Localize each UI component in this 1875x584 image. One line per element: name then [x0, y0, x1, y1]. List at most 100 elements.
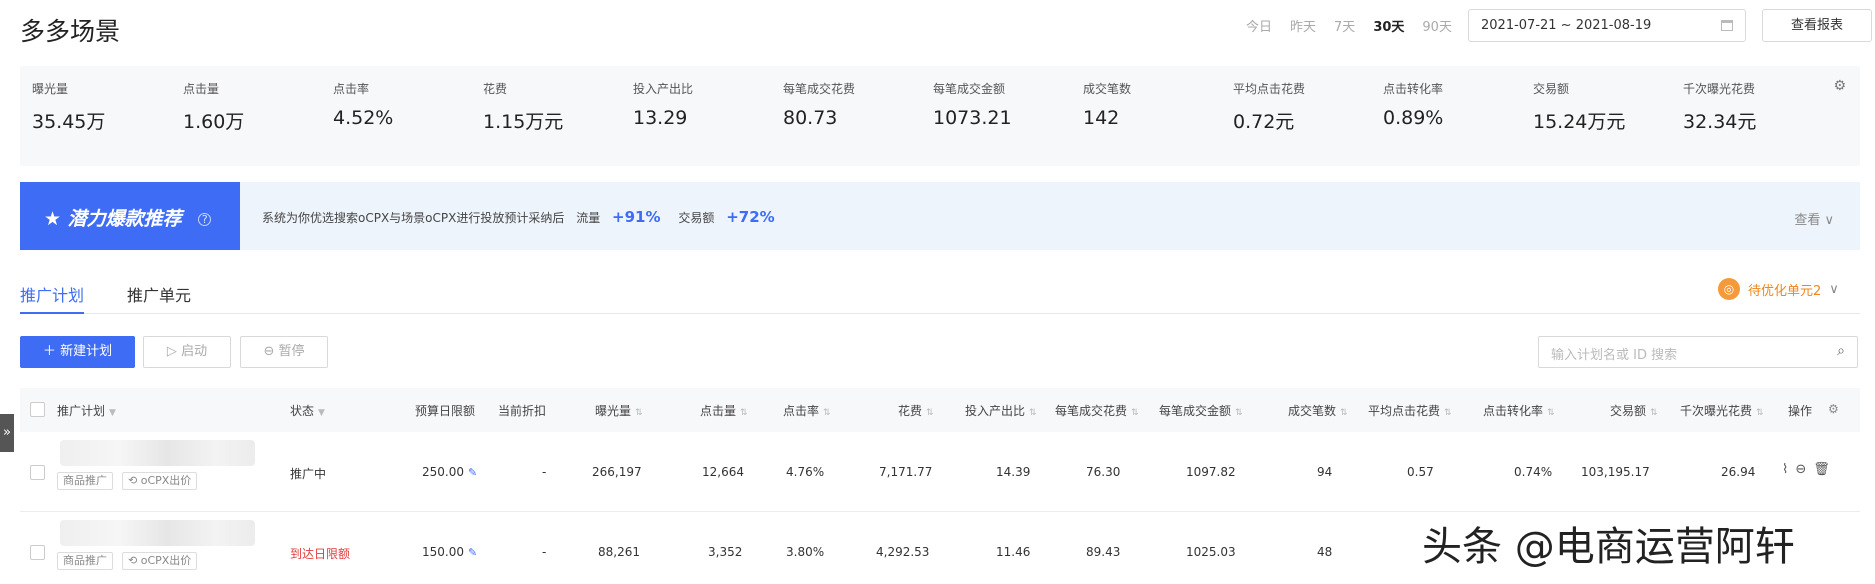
col-ctr[interactable]: 点击率 ⇅ [783, 402, 831, 419]
row-roi: 14.39 [996, 465, 1031, 479]
sort-icon: ⇅ [1340, 408, 1348, 418]
edit-icon[interactable]: ✎ [468, 466, 477, 479]
tab-today[interactable]: 今日 [1246, 16, 1272, 35]
row-status: 到达日限额 [290, 547, 351, 561]
row-orders: 94 [1317, 465, 1333, 479]
sort-icon: ⇅ [1547, 408, 1555, 418]
table-row: 商品推广 ⟲ oCPX出价 推广中 250.00 ✎ - 266,197 12,6… [20, 432, 1860, 512]
col-roi[interactable]: 投入产出比 ⇅ [965, 402, 1037, 419]
plan-tabs: 推广计划 推广单元 [20, 282, 1860, 314]
target-icon: ◎ [1718, 278, 1740, 300]
col-clicks[interactable]: 点击量 ⇅ [700, 402, 748, 419]
sort-icon: ⇅ [1235, 408, 1243, 418]
banner-badge: ★ 潜力爆款推荐 ? [20, 182, 240, 250]
plan-name-blurred[interactable] [60, 520, 255, 546]
row-actions: ⌇⊖🗑 [1782, 462, 1837, 477]
row-checkbox[interactable] [30, 465, 45, 480]
filter-icon: ▼ [318, 408, 325, 418]
tab-yesterday[interactable]: 昨天 [1290, 16, 1316, 35]
banner-view-link[interactable]: 查看 ∨ [1794, 209, 1834, 228]
tab-90days[interactable]: 90天 [1422, 16, 1452, 35]
row-orders: 48 [1317, 545, 1333, 559]
table-header: 推广计划 ▼ 状态 ▼ 预算日限额 当前折扣 曝光量 ⇅ 点击量 ⇅ 点击率 ⇅ 花费 ⇅ … [20, 388, 1860, 432]
date-range-tabs: 今日 昨天 7天 30天 90天 [1246, 16, 1452, 35]
sort-icon: ⇅ [1444, 408, 1452, 418]
view-report-button[interactable]: 查看报表 [1762, 9, 1872, 42]
select-all-checkbox[interactable] [30, 402, 45, 417]
metric-cost-per-order: 每笔成交花费 80.73 [783, 82, 856, 129]
row-gmv: 103,195.17 [1581, 465, 1650, 479]
potential-hit-banner: ★ 潜力爆款推荐 ? 系统为你优选搜索oCPX与场景oCPX进行投放预计采纳后 … [20, 182, 1860, 250]
chart-icon[interactable]: ⌇ [1782, 462, 1795, 477]
date-range-picker[interactable]: 2021-07-21 ~ 2021-08-19 [1468, 9, 1746, 42]
tab-30days[interactable]: 30天 [1373, 16, 1404, 35]
row-avg-cpc: 0.57 [1407, 465, 1434, 479]
row-ctr: 4.76% [786, 465, 825, 479]
row-amount-per-order: 1097.82 [1186, 465, 1236, 479]
col-impressions[interactable]: 曝光量 ⇅ [595, 402, 643, 419]
row-cost-per-order: 76.30 [1086, 465, 1121, 479]
gear-icon[interactable]: ⚙ [1833, 78, 1846, 94]
col-cpm[interactable]: 千次曝光花费 ⇅ [1680, 402, 1764, 419]
row-cpm: 26.94 [1721, 465, 1756, 479]
col-avg-cpc[interactable]: 平均点击花费 ⇅ [1368, 402, 1452, 419]
tag-ocpx-bid: ⟲ oCPX出价 [122, 472, 198, 490]
col-gmv[interactable]: 交易额 ⇅ [1610, 402, 1658, 419]
col-plan[interactable]: 推广计划 ▼ [57, 402, 116, 419]
help-icon[interactable]: ? [198, 213, 212, 226]
sort-icon: ⇅ [823, 408, 831, 418]
pause-icon[interactable]: ⊖ [1795, 462, 1813, 477]
col-cvr[interactable]: 点击转化率 ⇅ [1483, 402, 1555, 419]
row-discount: - [542, 545, 547, 559]
new-plan-button[interactable]: ＋ 新建计划 [20, 336, 135, 368]
tab-7days[interactable]: 7天 [1334, 16, 1355, 35]
expand-sidebar-handle[interactable]: » [0, 414, 14, 452]
row-clicks: 12,664 [702, 465, 744, 479]
metric-spend: 花费 1.15万元 [483, 82, 564, 133]
row-discount: - [542, 465, 547, 479]
metric-clicks: 点击量 1.60万 [183, 82, 245, 133]
col-cost-per-order[interactable]: 每笔成交花费 ⇅ [1055, 402, 1139, 419]
metric-impressions: 曝光量 35.45万 [32, 82, 106, 133]
tab-promotion-plan[interactable]: 推广计划 [20, 282, 85, 314]
edit-icon[interactable]: ✎ [468, 546, 477, 559]
chevron-down-icon: ∨ [1824, 213, 1834, 228]
tag-ocpx-bid: ⟲ oCPX出价 [122, 552, 198, 570]
start-button[interactable]: ▷ 启动 [143, 336, 231, 368]
sort-icon: ⇅ [1029, 408, 1037, 418]
sort-icon: ⇅ [1650, 408, 1658, 418]
pause-button[interactable]: ⊖ 暂停 [240, 336, 328, 368]
plan-name-blurred[interactable] [60, 440, 255, 466]
row-roi: 11.46 [996, 545, 1031, 559]
metric-orders: 成交笔数 142 [1083, 82, 1132, 129]
row-ctr: 3.80% [786, 545, 825, 559]
row-amount-per-order: 1025.03 [1186, 545, 1236, 559]
col-status[interactable]: 状态 ▼ [290, 402, 325, 419]
metric-roi: 投入产出比 13.29 [633, 82, 694, 129]
watermark: 头条 @电商运营阿轩 [1422, 524, 1795, 570]
col-spend[interactable]: 花费 ⇅ [898, 402, 934, 419]
search-icon[interactable]: ⌕ [1837, 343, 1845, 359]
row-status: 推广中 [290, 467, 327, 481]
pending-optimize-link[interactable]: ◎ 待优化单元2 ∨ [1718, 278, 1839, 300]
gear-icon[interactable]: ⚙ [1828, 402, 1839, 416]
tag-product-promotion: 商品推广 [57, 552, 113, 570]
sort-icon: ⇅ [1131, 408, 1139, 418]
search-input[interactable]: 输入计划名或 ID 搜索 ⌕ [1538, 336, 1858, 368]
col-amount-per-order[interactable]: 每笔成交金额 ⇅ [1159, 402, 1243, 419]
chevron-down-icon: ∨ [1829, 281, 1839, 297]
sort-icon: ⇅ [740, 408, 748, 418]
delete-icon[interactable]: 🗑 [1813, 462, 1837, 477]
plus-icon: ＋ [42, 344, 56, 359]
col-orders[interactable]: 成交笔数 ⇅ [1288, 402, 1348, 419]
row-impressions: 266,197 [592, 465, 642, 479]
row-budget: 250.00 ✎ [422, 465, 478, 479]
row-checkbox[interactable] [30, 545, 45, 560]
metric-cvr: 点击转化率 0.89% [1383, 82, 1444, 129]
tab-promotion-unit[interactable]: 推广单元 [127, 282, 191, 314]
metrics-panel: 曝光量 35.45万 点击量 1.60万 点击率 4.52% 花费 1.15万元… [20, 66, 1860, 166]
col-discount: 当前折扣 [498, 404, 547, 418]
metric-gmv: 交易额 15.24万元 [1533, 82, 1626, 133]
row-budget: 150.00 ✎ [422, 545, 478, 559]
row-cvr: 0.74% [1514, 465, 1553, 479]
